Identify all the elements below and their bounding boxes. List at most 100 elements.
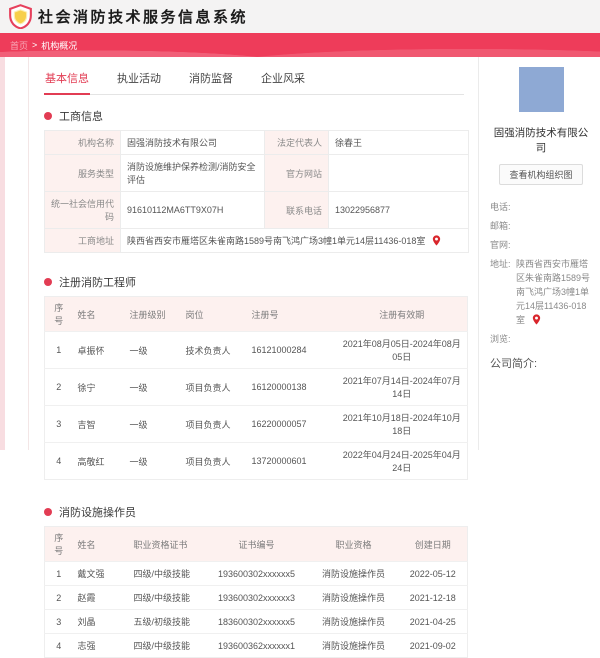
website-label: 官方网站 <box>265 155 329 192</box>
cell-index: 1 <box>45 332 73 369</box>
cell-name: 刘晶 <box>73 610 129 634</box>
contact-label: 浏览: <box>490 333 516 347</box>
cell-cert-level: 四级/中级技能 <box>129 634 205 658</box>
address-text: 陕西省西安市雁塔区朱雀南路1589号南飞鸿广场3幢1单元14层11436-018… <box>127 236 425 246</box>
engineers-title-text: 注册消防工程师 <box>59 274 136 290</box>
legal-rep-label: 法定代表人 <box>265 131 329 155</box>
column-header: 注册级别 <box>125 297 181 332</box>
cell-name: 高敬红 <box>73 443 125 480</box>
column-header: 姓名 <box>73 297 125 332</box>
breadcrumb-current: 机构概况 <box>41 39 77 52</box>
column-header: 注册号 <box>247 297 337 332</box>
cell-level: 一级 <box>125 332 181 369</box>
contact-value: 陕西省西安市雁塔区朱雀南路1589号南飞鸿广场3幢1单元14层11436-018… <box>516 258 592 328</box>
table-row: 4 志强 四级/中级技能 193600362xxxxxx1 消防设施操作员 20… <box>45 634 468 658</box>
cell-validity: 2021年08月05日-2024年08月05日 <box>337 332 468 369</box>
sidebar-company-name: 固强消防技术有限公司 <box>490 125 592 155</box>
cell-level: 一级 <box>125 406 181 443</box>
column-header: 职业资格证书 <box>129 527 205 562</box>
bullet-dot-icon <box>44 278 52 286</box>
cell-position: 项目负责人 <box>181 443 247 480</box>
cell-created-date: 2021-04-25 <box>399 610 468 634</box>
business-info-section-title: 工商信息 <box>44 108 478 124</box>
contact-email: 邮箱: <box>490 220 592 234</box>
contact-list: 电话: 邮箱: 官网: 地址: 陕西省西安市雁塔区朱雀南路1589号南飞鸿广场3… <box>490 201 592 346</box>
contact-views: 浏览: <box>490 333 592 347</box>
cell-name: 戴文强 <box>73 562 129 586</box>
operators-title-text: 消防设施操作员 <box>59 504 136 520</box>
table-row: 2 赵霞 四级/中级技能 193600302xxxxxx3 消防设施操作员 20… <box>45 586 468 610</box>
cell-cert-number: 193600302xxxxxx5 <box>205 562 309 586</box>
contact-value <box>516 333 592 347</box>
page-left-margin <box>0 57 5 450</box>
cell-validity: 2022年04月24日-2025年04月24日 <box>337 443 468 480</box>
cell-validity: 2021年07月14日-2024年07月14日 <box>337 369 468 406</box>
credit-code-value: 91610112MA6TT9X07H <box>121 192 265 229</box>
phone-value: 13022956877 <box>329 192 469 229</box>
contact-label: 电话: <box>490 201 516 215</box>
cell-position: 技术负责人 <box>181 332 247 369</box>
cell-index: 4 <box>45 634 73 658</box>
contact-label: 邮箱: <box>490 220 516 234</box>
map-pin-icon[interactable] <box>532 314 541 325</box>
cell-index: 2 <box>45 586 73 610</box>
cell-name: 赵霞 <box>73 586 129 610</box>
cell-validity: 2021年10月18日-2024年10月18日 <box>337 406 468 443</box>
table-row: 机构名称 固强消防技术有限公司 法定代表人 徐春王 <box>45 131 469 155</box>
cell-name: 卓振怀 <box>73 332 125 369</box>
breadcrumb: 首页 > 机构概况 <box>10 39 77 52</box>
engineers-section-title: 注册消防工程师 <box>44 274 478 290</box>
cell-name: 志强 <box>73 634 129 658</box>
cell-reg-number: 16120000138 <box>247 369 337 406</box>
table-row: 4 高敬红 一级 项目负责人 13720000601 2022年04月24日-2… <box>45 443 468 480</box>
breadcrumb-bar: 首页 > 机构概况 <box>0 33 600 57</box>
cell-reg-number: 16220000057 <box>247 406 337 443</box>
column-header: 创建日期 <box>399 527 468 562</box>
app-header: 社会消防技术服务信息系统 <box>0 0 600 33</box>
service-type-value: 消防设施维护保养检测/消防安全评估 <box>121 155 265 192</box>
tab-enterprise-showcase[interactable]: 企业风采 <box>260 66 306 94</box>
breadcrumb-home[interactable]: 首页 <box>10 39 28 52</box>
cell-cert-number: 183600302xxxxxx5 <box>205 610 309 634</box>
contact-website: 官网: <box>490 239 592 253</box>
contact-phone: 电话: <box>490 201 592 215</box>
view-org-chart-button[interactable]: 查看机构组织图 <box>499 164 582 185</box>
tab-bar: 基本信息 执业活动 消防监督 企业风采 <box>44 66 464 95</box>
cell-cert-level: 五级/初级技能 <box>129 610 205 634</box>
tab-basic-info[interactable]: 基本信息 <box>44 66 90 95</box>
cell-qualification: 消防设施操作员 <box>309 562 399 586</box>
cell-level: 一级 <box>125 443 181 480</box>
org-name-label: 机构名称 <box>45 131 121 155</box>
cell-cert-number: 193600362xxxxxx1 <box>205 634 309 658</box>
contact-label: 官网: <box>490 239 516 253</box>
cell-qualification: 消防设施操作员 <box>309 586 399 610</box>
cell-index: 2 <box>45 369 73 406</box>
credit-code-label: 统一社会信用代码 <box>45 192 121 229</box>
cell-index: 3 <box>45 610 73 634</box>
legal-rep-value: 徐春王 <box>329 131 469 155</box>
app-title: 社会消防技术服务信息系统 <box>38 6 248 27</box>
main-content: 基本信息 执业活动 消防监督 企业风采 工商信息 机构名称 固强消防技术有限公司… <box>28 57 478 450</box>
phone-label: 联系电话 <box>265 192 329 229</box>
cell-cert-level: 四级/中级技能 <box>129 586 205 610</box>
operators-table: 序号 姓名 职业资格证书 证书编号 职业资格 创建日期 1 戴文强 四级/中级技… <box>44 526 468 658</box>
table-row: 1 卓振怀 一级 技术负责人 16121000284 2021年08月05日-2… <box>45 332 468 369</box>
tab-fire-supervision[interactable]: 消防监督 <box>188 66 234 94</box>
cell-qualification: 消防设施操作员 <box>309 634 399 658</box>
cell-created-date: 2021-09-02 <box>399 634 468 658</box>
contact-value <box>516 220 592 234</box>
map-pin-icon[interactable] <box>432 235 441 246</box>
cell-index: 3 <box>45 406 73 443</box>
engineers-table: 序号 姓名 注册级别 岗位 注册号 注册有效期 1 卓振怀 一级 技术负责人 1… <box>44 296 468 480</box>
cell-name: 吉智 <box>73 406 125 443</box>
table-row: 1 戴文强 四级/中级技能 193600302xxxxxx5 消防设施操作员 2… <box>45 562 468 586</box>
column-header: 序号 <box>45 527 73 562</box>
column-header: 注册有效期 <box>337 297 468 332</box>
contact-address: 地址: 陕西省西安市雁塔区朱雀南路1589号南飞鸿广场3幢1单元14层11436… <box>490 258 592 328</box>
cell-reg-number: 16121000284 <box>247 332 337 369</box>
bullet-dot-icon <box>44 508 52 516</box>
business-info-table: 机构名称 固强消防技术有限公司 法定代表人 徐春王 服务类型 消防设施维护保养检… <box>44 130 469 253</box>
cell-created-date: 2021-12-18 <box>399 586 468 610</box>
cell-position: 项目负责人 <box>181 406 247 443</box>
tab-practice-activity[interactable]: 执业活动 <box>116 66 162 94</box>
